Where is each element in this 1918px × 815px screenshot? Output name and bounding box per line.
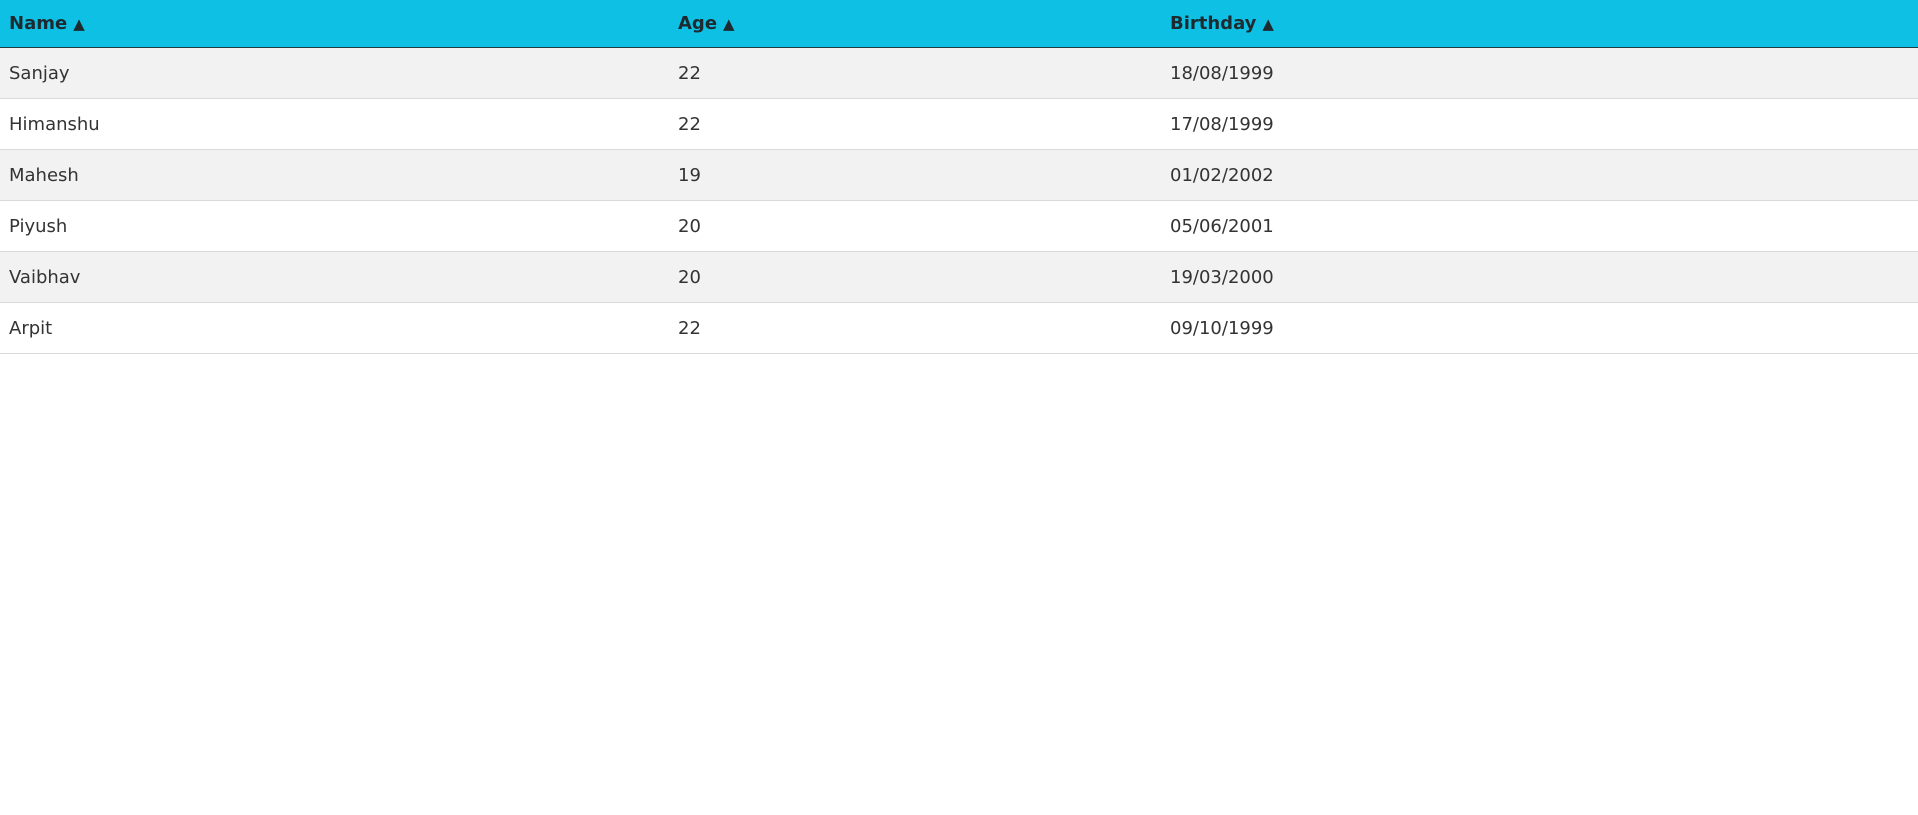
- cell-age: 22: [678, 62, 701, 84]
- cell-name: Mahesh: [9, 164, 79, 186]
- cell-age: 22: [678, 113, 701, 135]
- cell-birthday: 01/02/2002: [1170, 164, 1274, 186]
- table-row: Mahesh 19 01/02/2002: [0, 149, 1918, 201]
- cell-name: Arpit: [9, 317, 53, 339]
- cell-age: 20: [678, 266, 701, 288]
- cell-birthday: 17/08/1999: [1170, 113, 1274, 135]
- cell-birthday: 19/03/2000: [1170, 266, 1274, 288]
- column-header-birthday[interactable]: Birthday ▲: [1161, 0, 1918, 48]
- people-table: Name ▲ Age ▲ Birthday ▲ Sanjay 22 18/08/199…: [0, 0, 1918, 354]
- data-table-container: Name ▲ Age ▲ Birthday ▲ Sanjay 22 18/08/199…: [0, 0, 1918, 354]
- header-row: Name ▲ Age ▲ Birthday ▲: [0, 0, 1918, 48]
- cell-name: Himanshu: [9, 113, 100, 135]
- cell-name: Piyush: [9, 215, 68, 237]
- table-row: Vaibhav 20 19/03/2000: [0, 251, 1918, 303]
- table-row: Arpit 22 09/10/1999: [0, 302, 1918, 354]
- cell-name: Sanjay: [9, 62, 70, 84]
- cell-birthday: 09/10/1999: [1170, 317, 1274, 339]
- table-header: Name ▲ Age ▲ Birthday ▲: [0, 0, 1918, 48]
- sort-ascending-icon: ▲: [73, 15, 85, 33]
- table-row: Sanjay 22 18/08/1999: [0, 47, 1918, 99]
- column-header-age[interactable]: Age ▲: [669, 0, 1161, 48]
- table-row: Himanshu 22 17/08/1999: [0, 98, 1918, 150]
- cell-birthday: 18/08/1999: [1170, 62, 1274, 84]
- cell-birthday: 05/06/2001: [1170, 215, 1274, 237]
- table-row: Piyush 20 05/06/2001: [0, 200, 1918, 252]
- column-header-name[interactable]: Name ▲: [0, 0, 669, 48]
- column-header-label: Birthday: [1170, 13, 1257, 34]
- sort-ascending-icon: ▲: [723, 15, 735, 33]
- column-header-label: Age: [678, 13, 718, 34]
- cell-name: Vaibhav: [9, 266, 81, 288]
- cell-age: 20: [678, 215, 701, 237]
- cell-age: 22: [678, 317, 701, 339]
- column-header-label: Name: [9, 13, 68, 34]
- sort-ascending-icon: ▲: [1262, 15, 1274, 33]
- table-body: Sanjay 22 18/08/1999 Himanshu 22 17/08/1…: [0, 47, 1918, 354]
- cell-age: 19: [678, 164, 701, 186]
